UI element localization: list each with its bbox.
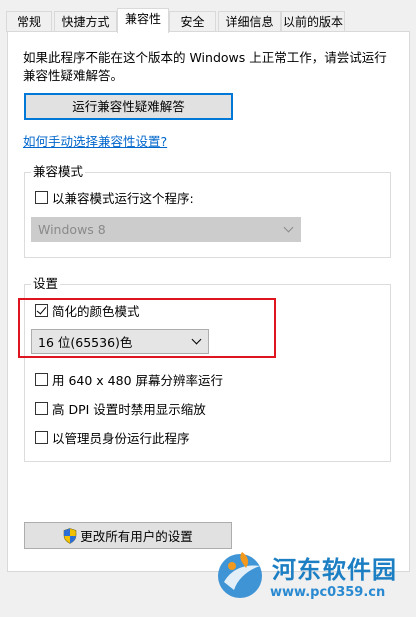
resolution-checkbox[interactable] <box>35 372 48 386</box>
tab-compatibility[interactable]: 兼容性 <box>117 8 169 33</box>
watermark-title: 河东软件园 <box>272 556 397 584</box>
shield-icon <box>63 527 77 544</box>
chevron-down-icon <box>283 222 294 233</box>
high-dpi-row[interactable]: 高 DPI 设置时禁用显示缩放 <box>35 399 206 418</box>
compat-mode-row[interactable]: 以兼容模式运行这个程序: <box>35 188 194 207</box>
watermark: 河东软件园 www.pc0359.cn <box>210 544 416 617</box>
run-as-admin-checkbox[interactable] <box>35 430 48 444</box>
run-troubleshooter-button[interactable]: 运行兼容性疑难解答 <box>24 93 233 120</box>
high-dpi-label[interactable]: 高 DPI 设置时禁用显示缩放 <box>52 399 206 418</box>
resolution-label[interactable]: 用 640 x 480 屏幕分辨率运行 <box>52 370 223 389</box>
resolution-row[interactable]: 用 640 x 480 屏幕分辨率运行 <box>35 370 223 389</box>
intro-text: 如果此程序不能在这个版本的 Windows 上正常工作，请尝试运行兼容性疑难解答… <box>23 50 387 83</box>
tab-security[interactable]: 安全 <box>169 11 216 32</box>
tab-details[interactable]: 详细信息 <box>218 11 281 32</box>
tab-shortcut[interactable]: 快捷方式 <box>54 11 117 32</box>
watermark-logo-icon <box>218 552 262 598</box>
watermark-url: www.pc0359.cn <box>270 585 386 600</box>
run-as-admin-label[interactable]: 以管理员身份运行此程序 <box>52 428 190 447</box>
manual-settings-link[interactable]: 如何手动选择兼容性设置? <box>23 131 167 150</box>
change-all-users-button[interactable]: 更改所有用户的设置 <box>24 522 232 549</box>
change-all-users-label: 更改所有用户的设置 <box>80 529 193 544</box>
compat-mode-label[interactable]: 以兼容模式运行这个程序: <box>52 188 194 207</box>
highlight-box <box>18 298 276 358</box>
tab-previous-versions[interactable]: 以前的版本 <box>281 11 345 32</box>
high-dpi-checkbox[interactable] <box>35 401 48 415</box>
os-select-value: Windows 8 <box>38 222 106 237</box>
compat-mode-group: 兼容模式 以兼容模式运行这个程序: Windows 8 <box>24 164 391 258</box>
compat-mode-title: 兼容模式 <box>31 164 86 180</box>
run-as-admin-row[interactable]: 以管理员身份运行此程序 <box>35 428 190 447</box>
tab-general[interactable]: 常规 <box>6 11 52 32</box>
settings-title: 设置 <box>31 276 61 292</box>
os-select: Windows 8 <box>31 217 301 242</box>
compat-mode-checkbox[interactable] <box>35 190 48 204</box>
